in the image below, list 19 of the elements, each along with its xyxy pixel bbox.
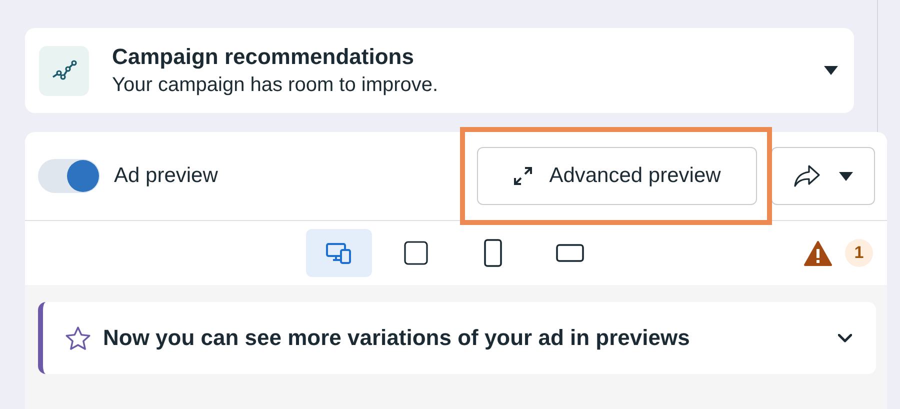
star-icon <box>65 326 91 350</box>
portrait-frame-icon <box>483 238 503 268</box>
card-title: Campaign recommendations <box>112 44 415 70</box>
card-subtitle: Your campaign has room to improve. <box>112 74 440 97</box>
trend-icon <box>51 58 77 82</box>
expand-icon <box>513 166 534 186</box>
desktop-mobile-icon <box>325 241 353 265</box>
share-arrow-icon <box>793 164 821 188</box>
notice-banner[interactable]: Now you can see more variations of your ad in previews <box>38 302 876 374</box>
caret-icon <box>839 172 853 180</box>
advanced-preview-button[interactable]: Advanced preview <box>477 147 757 205</box>
landscape-frame-icon <box>555 243 585 263</box>
ad-preview-label: Ad preview <box>114 164 219 188</box>
ad-preview-toggle[interactable] <box>38 159 100 193</box>
warning-count-badge: 1 <box>845 239 873 267</box>
square-frame-icon <box>403 240 429 266</box>
warning-icon <box>804 240 832 266</box>
share-button[interactable] <box>771 147 875 205</box>
notice-text: Now you can see more variations of your ad in previews <box>103 325 691 351</box>
